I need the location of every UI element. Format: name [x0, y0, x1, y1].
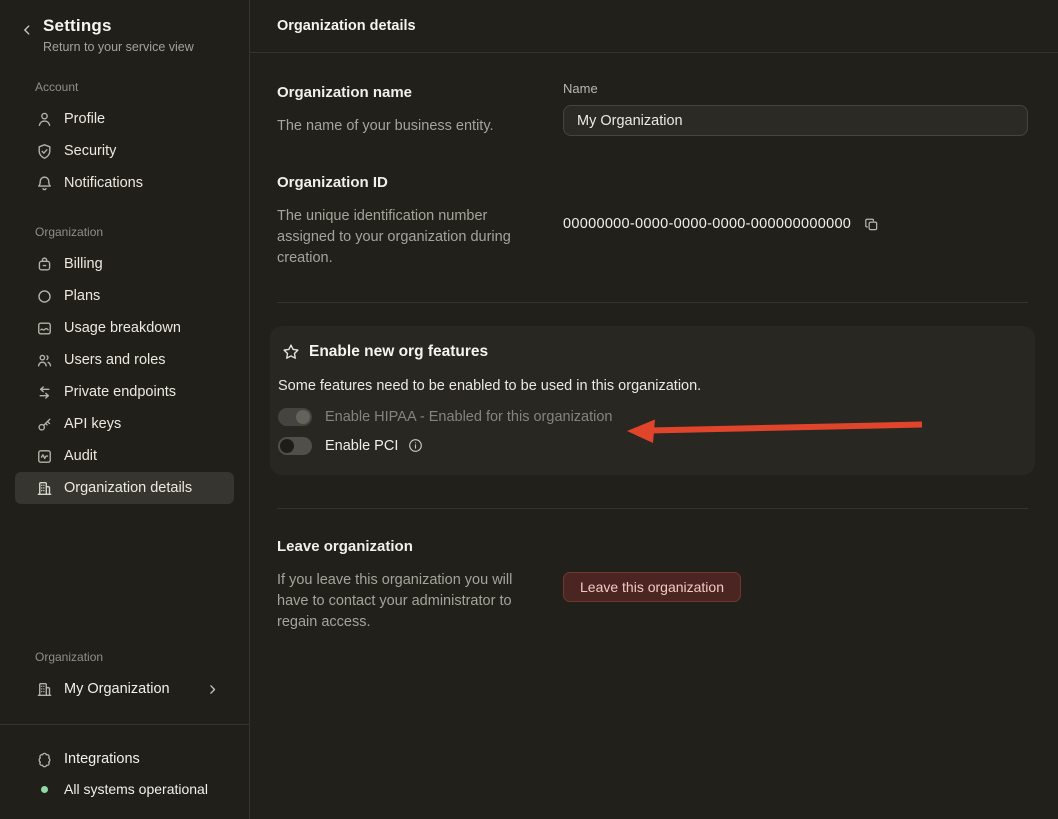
leave-org-section: Leave organization If you leave this org…	[277, 538, 1028, 633]
system-status-link[interactable]: All systems operational	[0, 774, 249, 804]
sidebar-item-api-keys[interactable]: API keys	[15, 408, 234, 440]
leave-organization-button[interactable]: Leave this organization	[563, 572, 741, 602]
sidebar-item-label: Notifications	[64, 175, 143, 191]
toggle-knob	[296, 410, 310, 424]
org-id-heading: Organization ID	[277, 174, 523, 191]
back-chevron-icon[interactable]	[20, 23, 34, 37]
app-window: Settings Return to your service view Acc…	[0, 0, 1058, 819]
chevron-right-icon	[206, 683, 219, 696]
sidebar-item-label: Billing	[64, 256, 103, 272]
bell-icon	[36, 175, 53, 192]
org-name-description: The name of your business entity.	[277, 116, 523, 137]
sidebar-item-audit[interactable]: Audit	[15, 440, 234, 472]
building-icon	[36, 480, 53, 497]
integrations-label: Integrations	[64, 751, 140, 767]
pci-toggle-label: Enable PCI	[325, 438, 398, 454]
main-content: Organization name The name of your busin…	[250, 53, 1058, 633]
sidebar-item-label: Plans	[64, 288, 100, 304]
billing-icon	[36, 256, 53, 273]
sidebar-item-private-endpoints[interactable]: Private endpoints	[15, 376, 234, 408]
sidebar-item-usage-breakdown[interactable]: Usage breakdown	[15, 312, 234, 344]
hipaa-toggle[interactable]	[278, 408, 312, 426]
status-dot-icon	[41, 786, 48, 793]
org-name-section: Organization name The name of your busin…	[277, 84, 1028, 137]
features-card-title: Enable new org features	[309, 343, 488, 361]
sidebar-item-label: Profile	[64, 111, 105, 127]
integrations-icon	[36, 751, 53, 768]
audit-icon	[36, 448, 53, 465]
sidebar-item-label: Users and roles	[64, 352, 166, 368]
sidebar-item-notifications[interactable]: Notifications	[15, 167, 234, 199]
org-id-value: 00000000-0000-0000-0000-000000000000	[563, 216, 851, 232]
pci-toggle[interactable]	[278, 437, 312, 455]
settings-sidebar: Settings Return to your service view Acc…	[0, 0, 250, 819]
leave-org-heading: Leave organization	[277, 538, 523, 555]
org-switcher[interactable]: My Organization	[0, 673, 249, 705]
key-icon	[36, 416, 53, 433]
org-switcher-label: Organization	[0, 650, 249, 664]
organization-section-label: Organization	[0, 225, 249, 239]
sidebar-item-label: Private endpoints	[64, 384, 176, 400]
sidebar-title: Settings	[43, 16, 194, 36]
org-id-description: The unique identification number assigne…	[277, 206, 523, 269]
sidebar-subtitle[interactable]: Return to your service view	[43, 40, 194, 54]
sidebar-item-label: Usage breakdown	[64, 320, 181, 336]
shield-check-icon	[36, 143, 53, 160]
section-divider	[277, 302, 1028, 303]
circle-icon	[36, 288, 53, 305]
org-name-heading: Organization name	[277, 84, 523, 101]
hipaa-toggle-label: Enable HIPAA - Enabled for this organiza…	[325, 409, 613, 425]
copy-icon[interactable]	[864, 217, 879, 232]
building-icon	[36, 681, 53, 698]
sidebar-bottom: Organization My Organization Integration…	[0, 624, 249, 819]
sidebar-item-profile[interactable]: Profile	[15, 103, 234, 135]
integrations-link[interactable]: Integrations	[0, 744, 249, 774]
page-title: Organization details	[250, 0, 1058, 53]
sidebar-item-billing[interactable]: Billing	[15, 248, 234, 280]
sidebar-footer: Integrations All systems operational	[0, 725, 249, 819]
sidebar-item-label: Organization details	[64, 480, 192, 496]
leave-org-description: If you leave this organization you will …	[277, 570, 523, 633]
usage-chart-icon	[36, 320, 53, 337]
features-card: Enable new org features Some features ne…	[270, 326, 1035, 475]
toggle-knob	[280, 439, 294, 453]
features-card-description: Some features need to be enabled to be u…	[278, 378, 1015, 394]
sidebar-item-label: Audit	[64, 448, 97, 464]
sidebar-item-label: API keys	[64, 416, 121, 432]
user-icon	[36, 111, 53, 128]
sidebar-item-users-and-roles[interactable]: Users and roles	[15, 344, 234, 376]
sidebar-header: Settings Return to your service view	[0, 0, 249, 54]
sidebar-item-security[interactable]: Security	[15, 135, 234, 167]
pci-toggle-row: Enable PCI	[278, 436, 1015, 455]
users-icon	[36, 352, 53, 369]
name-field-label: Name	[563, 81, 1028, 96]
sidebar-item-label: Security	[64, 143, 116, 159]
info-icon[interactable]	[408, 438, 423, 453]
main-panel: Organization details Organization name T…	[250, 0, 1058, 819]
sidebar-item-organization-details[interactable]: Organization details	[15, 472, 234, 504]
hipaa-toggle-row: Enable HIPAA - Enabled for this organiza…	[278, 407, 1015, 426]
sidebar-item-plans[interactable]: Plans	[15, 280, 234, 312]
status-label: All systems operational	[64, 781, 208, 797]
swap-arrows-icon	[36, 384, 53, 401]
org-name-input[interactable]	[563, 105, 1028, 136]
org-id-section: Organization ID The unique identificatio…	[277, 174, 1028, 269]
account-section-label: Account	[0, 80, 249, 94]
star-icon	[282, 343, 300, 361]
section-divider	[277, 508, 1028, 509]
org-switcher-value: My Organization	[64, 681, 170, 697]
